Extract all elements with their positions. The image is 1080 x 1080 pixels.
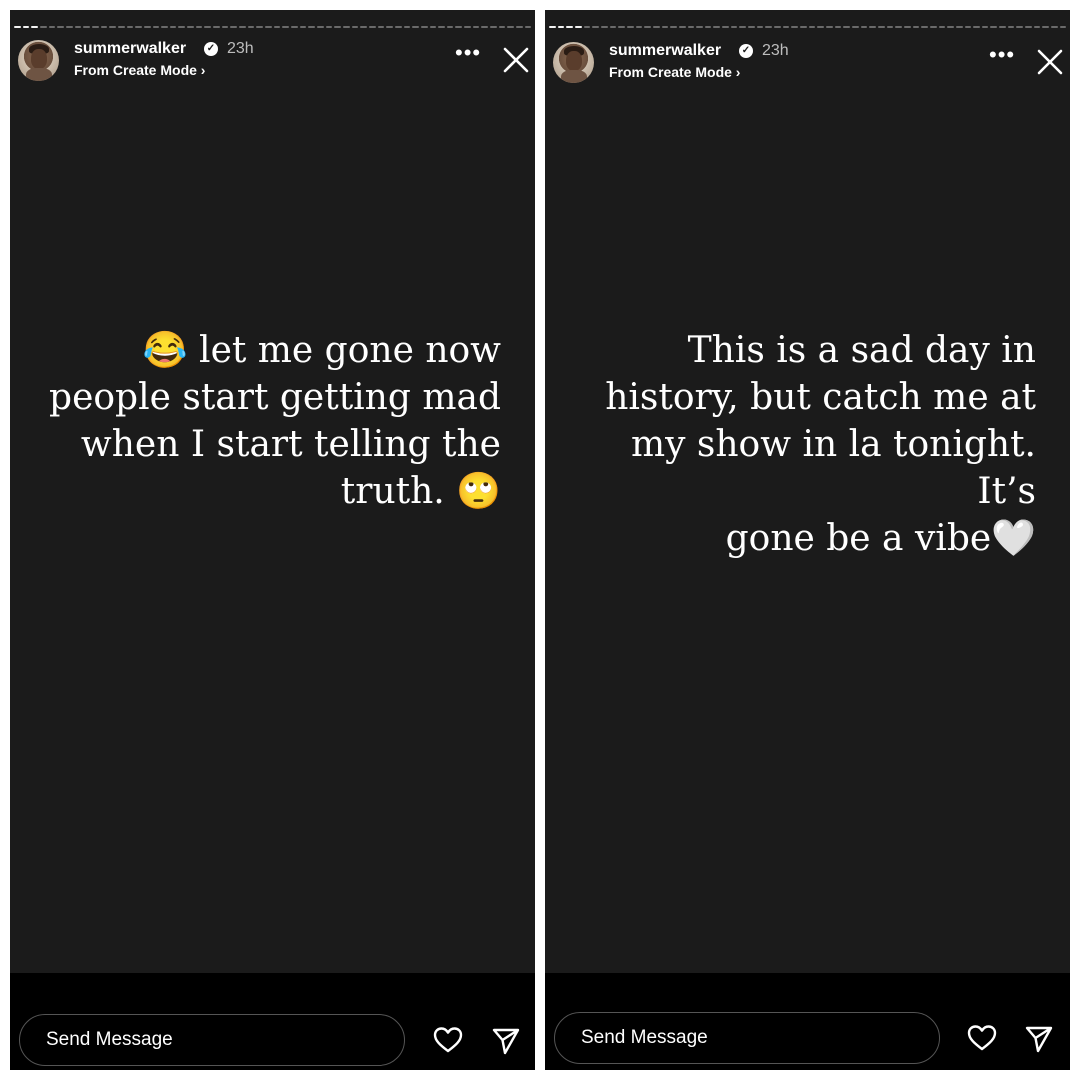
avatar[interactable] — [553, 42, 594, 83]
create-mode-link[interactable]: From Create Mode › — [74, 62, 205, 78]
story-canvas[interactable]: summerwalker ✓ 23h From Create Mode › ••… — [10, 10, 535, 973]
send-icon[interactable] — [490, 1024, 522, 1056]
story-line: This is a sad day in — [687, 330, 1036, 371]
more-icon[interactable]: ••• — [989, 44, 1015, 66]
story-line: when I start telling the — [80, 424, 501, 465]
post-time: 23h — [762, 42, 789, 59]
verified-badge-icon: ✓ — [204, 42, 218, 56]
story-line: truth. 🙄 — [340, 471, 501, 512]
username[interactable]: summerwalker — [609, 42, 721, 60]
send-message-input[interactable]: Send Message — [554, 1012, 940, 1064]
story-canvas[interactable]: summerwalker ✓ 23h From Create Mode › ••… — [545, 10, 1070, 973]
username[interactable]: summerwalker — [74, 40, 186, 58]
close-icon[interactable] — [1036, 48, 1064, 76]
story-line: gone be a vibe🤍 — [725, 518, 1036, 559]
verified-badge-icon: ✓ — [739, 44, 753, 58]
close-icon[interactable] — [502, 46, 530, 74]
story-text: 😂 let me gone now people start getting m… — [31, 327, 501, 515]
story-line: history, but catch me at — [605, 377, 1036, 418]
more-icon[interactable]: ••• — [455, 42, 481, 64]
post-time: 23h — [227, 40, 254, 57]
heart-icon[interactable] — [432, 1024, 464, 1056]
story-line: people start getting mad — [49, 377, 501, 418]
avatar[interactable] — [18, 40, 59, 81]
send-message-input[interactable]: Send Message — [19, 1014, 405, 1066]
story-line: 😂 let me gone now — [142, 330, 501, 371]
create-mode-link[interactable]: From Create Mode › — [609, 64, 740, 80]
story-line: my show in la tonight. It’s — [630, 424, 1036, 512]
story-viewer-right: summerwalker ✓ 23h From Create Mode › ••… — [545, 10, 1070, 1070]
story-text: This is a sad day in history, but catch … — [566, 327, 1036, 562]
story-viewer-left: summerwalker ✓ 23h From Create Mode › ••… — [10, 10, 535, 1070]
story-progress-bar — [14, 26, 532, 29]
heart-icon[interactable] — [966, 1022, 998, 1054]
story-progress-bar — [549, 26, 1067, 29]
send-icon[interactable] — [1023, 1022, 1055, 1054]
